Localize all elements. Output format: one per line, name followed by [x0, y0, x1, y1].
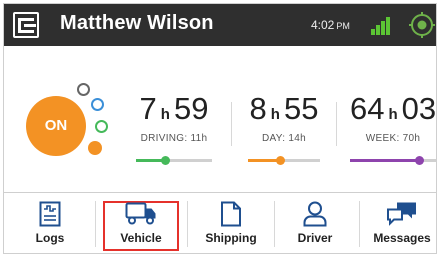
day-hours: 8: [249, 91, 267, 126]
eld-app-window: Matthew Wilson 4:02 PM ON 7 h 59 DRIVING: 1…: [3, 3, 437, 254]
signal-strength-icon: [371, 15, 393, 35]
duty-status-button[interactable]: ON: [26, 96, 86, 156]
day-hours-unit: h: [270, 106, 280, 123]
week-progress-bar: [350, 156, 436, 165]
week-hours-unit: h: [388, 106, 398, 123]
driving-progress-knob: [160, 156, 170, 165]
day-limit-label: DAY: 14h: [262, 133, 306, 144]
clock-divider: [231, 102, 232, 146]
week-progress-knob: [414, 156, 424, 165]
driver-name: Matthew Wilson: [60, 12, 214, 34]
nav-logs[interactable]: Logs: [16, 193, 84, 253]
status-time: 4:02 PM: [311, 18, 350, 32]
nav-vehicle[interactable]: Vehicle: [103, 193, 179, 253]
eld-logo-icon[interactable]: [13, 12, 39, 38]
on-duty-status-dot[interactable]: [88, 141, 102, 155]
logbook-icon: [39, 201, 61, 227]
week-minutes: 03: [401, 91, 437, 126]
week-hours: 64: [350, 91, 385, 126]
nav-driver[interactable]: Driver: [280, 193, 350, 253]
driving-clock: 7 h 59 DRIVING: 11h: [136, 91, 212, 165]
driving-progress-bar: [136, 156, 212, 165]
chat-icon: [387, 202, 416, 226]
nav-shipping[interactable]: Shipping: [192, 193, 270, 253]
day-minutes: 55: [283, 91, 319, 126]
nav-messages[interactable]: Messages: [366, 193, 436, 253]
nav-vehicle-label: Vehicle: [120, 231, 162, 245]
day-clock: 8 h 55 DAY: 14h: [248, 91, 320, 165]
time-ampm: PM: [336, 21, 350, 31]
day-progress-knob: [276, 156, 286, 165]
person-icon: [303, 201, 327, 227]
nav-logs-label: Logs: [35, 231, 65, 245]
nav-driver-label: Driver: [297, 231, 333, 245]
driving-minutes: 59: [173, 91, 209, 126]
nav-messages-label: Messages: [373, 231, 431, 245]
driving-hours-unit: h: [160, 106, 170, 123]
nav-separator: [95, 201, 96, 247]
week-progress-fill: [350, 159, 419, 162]
bottom-nav: Logs Vehicle Shipping Driver Messages: [4, 192, 436, 253]
day-progress-bar: [248, 156, 320, 165]
driving-limit-label: DRIVING: 11h: [140, 133, 208, 144]
clock-divider: [336, 102, 337, 146]
app-header: Matthew Wilson 4:02 PM: [4, 4, 436, 46]
week-limit-label: WEEK: 70h: [365, 133, 421, 144]
driving-hours: 7: [139, 91, 157, 126]
nav-separator: [359, 201, 360, 247]
driving-status-dot[interactable]: [95, 120, 108, 133]
gps-location-icon[interactable]: [408, 11, 436, 39]
nav-shipping-label: Shipping: [205, 231, 257, 245]
nav-separator: [274, 201, 275, 247]
week-clock: 64 h 03 WEEK: 70h: [350, 91, 437, 165]
time-value: 4:02: [311, 18, 335, 32]
off-duty-status-dot[interactable]: [77, 83, 90, 96]
truck-icon: [125, 202, 156, 225]
sleeper-status-dot[interactable]: [91, 98, 104, 111]
document-icon: [221, 201, 241, 227]
hos-status-panel: ON 7 h 59 DRIVING: 11h 8 h 55 DAY: 14h 64 h 03…: [4, 46, 436, 192]
nav-separator: [187, 201, 188, 247]
